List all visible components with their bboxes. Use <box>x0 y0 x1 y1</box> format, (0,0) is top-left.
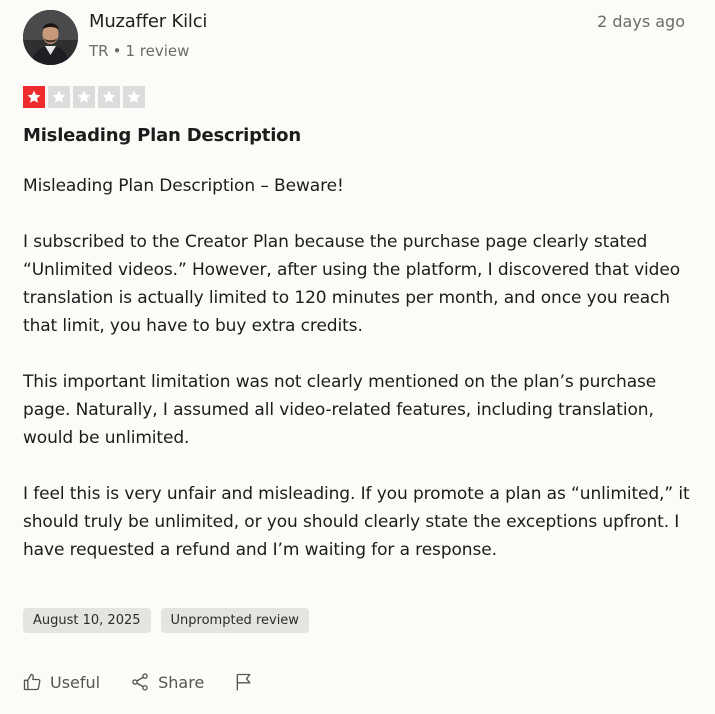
star-icon <box>102 90 116 103</box>
star-icon <box>127 90 141 103</box>
meta-separator: • <box>112 42 122 60</box>
useful-label: Useful <box>50 672 101 692</box>
author-country: TR <box>89 42 109 60</box>
flag-icon <box>236 673 251 691</box>
review-tags: August 10, 2025 Unprompted review <box>23 608 309 633</box>
author-meta: TR • 1 review <box>89 42 189 60</box>
star-empty <box>48 86 70 108</box>
share-button[interactable]: Share <box>130 672 204 692</box>
review-actions: Useful Share <box>22 672 284 692</box>
review-paragraph: I feel this is very unfair and misleadin… <box>23 484 690 560</box>
author-name[interactable]: Muzaffer Kilci <box>89 11 207 32</box>
review-body: Misleading Plan Description – Beware! I … <box>23 172 695 564</box>
author-review-count: 1 review <box>125 42 190 60</box>
experience-date-badge: August 10, 2025 <box>23 608 151 633</box>
star-empty <box>73 86 95 108</box>
review-title[interactable]: Misleading Plan Description <box>23 125 301 146</box>
useful-button[interactable]: Useful <box>22 672 100 692</box>
review-paragraph: I subscribed to the Creator Plan because… <box>23 232 681 336</box>
star-filled <box>23 86 45 108</box>
star-empty <box>123 86 145 108</box>
review-paragraph: Misleading Plan Description – Beware! <box>23 176 344 196</box>
review-paragraph: This important limitation was not clearl… <box>23 372 657 448</box>
review-type-badge[interactable]: Unprompted review <box>160 608 309 633</box>
star-rating <box>23 86 145 108</box>
star-icon <box>27 90 41 103</box>
review-card: Muzaffer Kilci TR • 1 review 2 days ago … <box>0 0 715 714</box>
star-icon <box>52 90 66 103</box>
avatar[interactable] <box>23 10 78 65</box>
report-button[interactable] <box>234 672 254 692</box>
star-empty <box>98 86 120 108</box>
share-label: Share <box>158 672 205 692</box>
star-icon <box>77 90 91 103</box>
thumbs-up-icon <box>23 673 41 691</box>
review-relative-date: 2 days ago <box>597 12 685 31</box>
share-icon <box>132 673 148 691</box>
